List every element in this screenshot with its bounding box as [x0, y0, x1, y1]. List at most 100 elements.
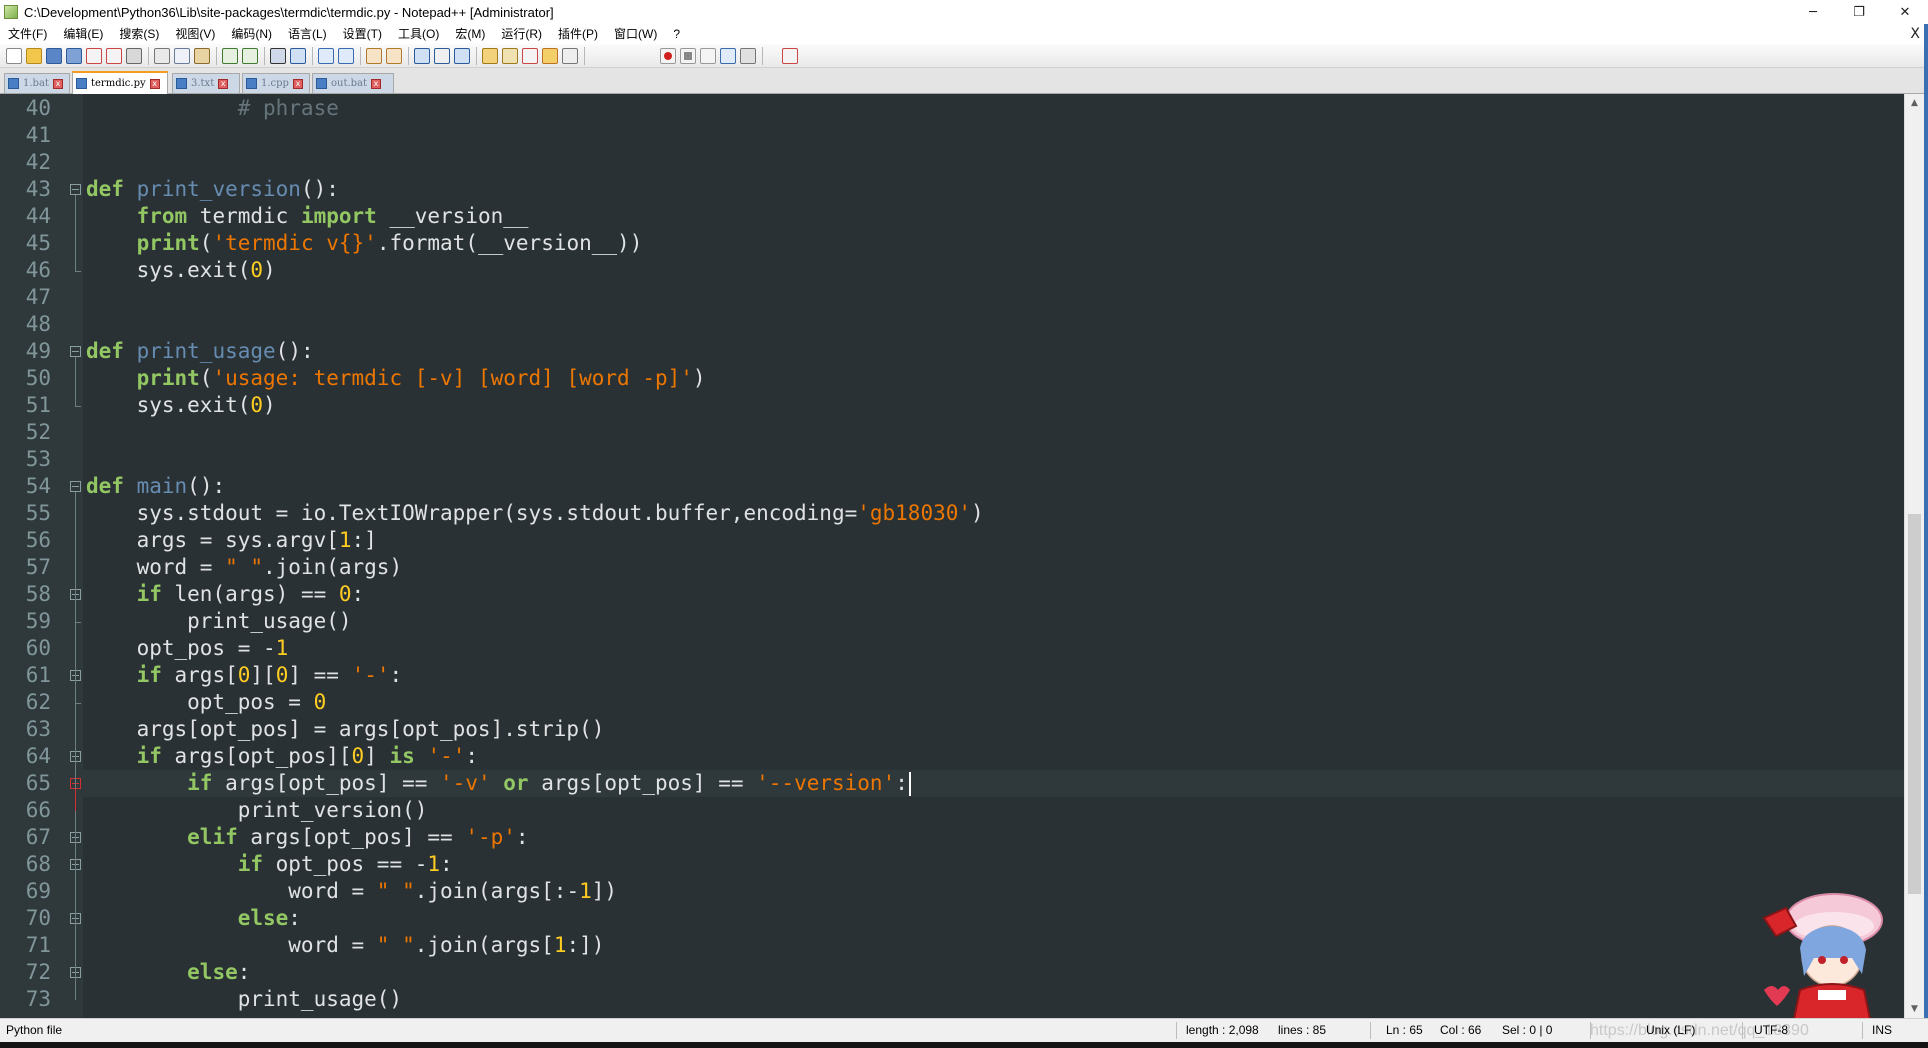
menu-help[interactable]: ?	[665, 24, 688, 44]
tab-3-txt[interactable]: 3.txt x	[172, 73, 240, 93]
code-line[interactable]: print('usage: termdic [-v] [word] [word …	[86, 365, 706, 392]
close-all-icon[interactable]	[106, 48, 122, 64]
scroll-down-arrow-icon[interactable]: ▼	[1905, 1000, 1924, 1018]
save-macro-icon[interactable]	[740, 48, 756, 64]
menu-file[interactable]: 文件(F)	[0, 24, 55, 44]
code-line[interactable]: def print_version():	[86, 176, 339, 203]
menu-view[interactable]: 视图(V)	[167, 24, 223, 44]
menu-language[interactable]: 语言(L)	[280, 24, 335, 44]
code-line[interactable]: print('termdic v{}'.format(__version__))	[86, 230, 643, 257]
replace-icon[interactable]	[290, 48, 306, 64]
spell-check-icon[interactable]	[782, 48, 798, 64]
zoom-out-icon[interactable]	[338, 48, 354, 64]
menu-settings[interactable]: 设置(T)	[335, 24, 390, 44]
fold-toggle-icon[interactable]	[70, 184, 81, 195]
tab-1-bat[interactable]: 1.bat x	[4, 73, 70, 93]
code-line[interactable]: from termdic import __version__	[86, 203, 529, 230]
code-line[interactable]: print_usage()	[86, 986, 402, 1013]
undo-icon[interactable]	[222, 48, 238, 64]
redo-icon[interactable]	[242, 48, 258, 64]
code-line[interactable]: if opt_pos == -1:	[86, 851, 453, 878]
status-eol[interactable]: Unix (LF)	[1640, 1019, 1695, 1042]
tab-close-icon[interactable]: x	[371, 78, 382, 89]
title-bar[interactable]: C:\Development\Python36\Lib\site-package…	[0, 0, 1928, 24]
status-mode[interactable]: INS	[1866, 1019, 1892, 1042]
close-window-button[interactable]: ✕	[1882, 0, 1928, 24]
tab-close-icon[interactable]: x	[52, 78, 63, 89]
code-line[interactable]: args[opt_pos] = args[opt_pos].strip()	[86, 716, 605, 743]
code-line[interactable]: opt_pos = 0	[86, 689, 326, 716]
play-macro-icon[interactable]	[700, 48, 716, 64]
close-icon[interactable]	[86, 48, 102, 64]
code-line[interactable]: sys.exit(0)	[86, 392, 276, 419]
code-editor[interactable]: 40 # phrase 41 42 43 def print_version(): 44 …	[0, 94, 1904, 1018]
code-line[interactable]: sys.exit(0)	[86, 257, 276, 284]
code-line[interactable]: def main():	[86, 473, 225, 500]
close-document-button[interactable]: X	[1910, 24, 1920, 44]
indent-guide-icon[interactable]	[454, 48, 470, 64]
open-file-icon[interactable]	[26, 48, 42, 64]
code-line[interactable]: else:	[86, 905, 301, 932]
code-line[interactable]: elif args[opt_pos] == '-p':	[86, 824, 528, 851]
menu-macro[interactable]: 宏(M)	[447, 24, 493, 44]
scrollbar-thumb[interactable]	[1908, 514, 1921, 894]
monitoring-icon[interactable]	[562, 48, 578, 64]
zoom-in-icon[interactable]	[318, 48, 334, 64]
menu-run[interactable]: 运行(R)	[493, 24, 550, 44]
sync-horizontal-icon[interactable]	[386, 48, 402, 64]
menu-plugins[interactable]: 插件(P)	[550, 24, 606, 44]
status-encoding[interactable]: UTF-8	[1748, 1019, 1788, 1042]
code-line[interactable]: if args[opt_pos][0] is '-':	[86, 743, 478, 770]
save-all-icon[interactable]	[66, 48, 82, 64]
code-line[interactable]: else:	[86, 959, 250, 986]
find-icon[interactable]	[270, 48, 286, 64]
record-macro-icon[interactable]	[660, 48, 676, 64]
run-macro-multiple-icon[interactable]	[720, 48, 736, 64]
code-line[interactable]: sys.stdout = io.TextIOWrapper(sys.stdout…	[86, 500, 984, 527]
tab-close-icon[interactable]: x	[292, 78, 303, 89]
code-line[interactable]: opt_pos = -1	[86, 635, 289, 662]
print-icon[interactable]	[126, 48, 142, 64]
minimize-button[interactable]: ─	[1790, 0, 1836, 24]
word-wrap-icon[interactable]	[414, 48, 430, 64]
code-line[interactable]: if len(args) == 0:	[86, 581, 365, 608]
code-line[interactable]: word = " ".join(args)	[86, 554, 403, 581]
menu-edit[interactable]: 编辑(E)	[55, 24, 111, 44]
stop-record-icon[interactable]	[680, 48, 696, 64]
function-list-icon[interactable]	[522, 48, 538, 64]
paste-icon[interactable]	[194, 48, 210, 64]
menu-encoding[interactable]: 编码(N)	[223, 24, 280, 44]
code-line[interactable]: def print_usage():	[86, 338, 314, 365]
fold-toggle-icon[interactable]	[70, 481, 81, 492]
code-line[interactable]: print_version()	[86, 797, 428, 824]
code-line[interactable]: args = sys.argv[1:]	[86, 527, 377, 554]
code-line[interactable]: # phrase	[86, 95, 339, 122]
new-file-icon[interactable]	[6, 48, 22, 64]
code-line[interactable]: if args[0][0] == '-':	[86, 662, 403, 689]
menu-window[interactable]: 窗口(W)	[606, 24, 665, 44]
tab-termdic-py[interactable]: termdic.py x	[72, 71, 168, 94]
notepadpp-app-icon[interactable]	[4, 5, 18, 19]
tab-close-icon[interactable]: x	[149, 78, 160, 89]
folder-workspace-icon[interactable]	[542, 48, 558, 64]
scroll-up-arrow-icon[interactable]: ▲	[1905, 94, 1924, 112]
copy-icon[interactable]	[174, 48, 190, 64]
fold-toggle-icon[interactable]	[70, 346, 81, 357]
cut-icon[interactable]	[154, 48, 170, 64]
tab-close-icon[interactable]: x	[218, 78, 229, 89]
tab-out-bat[interactable]: out.bat x	[312, 73, 394, 93]
menu-tools[interactable]: 工具(O)	[390, 24, 447, 44]
menu-search[interactable]: 搜索(S)	[111, 24, 167, 44]
show-all-chars-icon[interactable]	[434, 48, 450, 64]
sync-vertical-icon[interactable]	[366, 48, 382, 64]
tab-1-cpp[interactable]: 1.cpp x	[242, 73, 310, 93]
doc-map-icon[interactable]	[502, 48, 518, 64]
code-line[interactable]: word = " ".join(args[1:])	[86, 932, 604, 959]
restore-button[interactable]: ❐	[1836, 0, 1882, 24]
vertical-scrollbar[interactable]: ▲ ▼	[1904, 94, 1924, 1018]
code-line[interactable]: word = " ".join(args[:-1])	[86, 878, 617, 905]
save-icon[interactable]	[46, 48, 62, 64]
code-line[interactable]: if args[opt_pos] == '-v' or args[opt_pos…	[86, 770, 908, 797]
user-lang-icon[interactable]	[482, 48, 498, 64]
code-line[interactable]: print_usage()	[86, 608, 351, 635]
